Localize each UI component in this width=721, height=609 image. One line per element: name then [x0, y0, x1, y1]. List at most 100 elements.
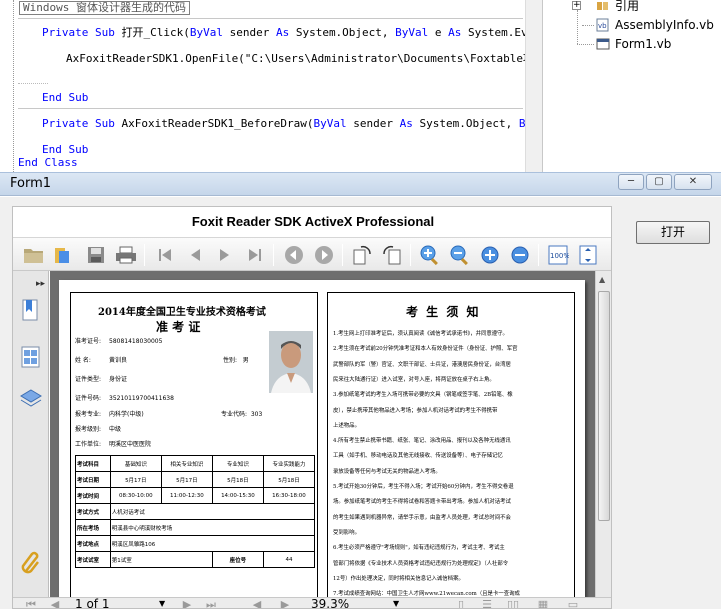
previous-page-icon: ◀: [50, 598, 60, 609]
go-forward-button[interactable]: [312, 243, 336, 267]
notice-line: 12号）作出处理决定，同时将相关信息记入诚信档案。: [333, 575, 464, 582]
continuous-view-button[interactable]: ☰: [479, 598, 495, 609]
notice-line: 管部门将依据《专业技术人员资格考试违纪违规行为处理规定》（人社部令: [333, 560, 509, 567]
code-text: sender: [346, 117, 400, 130]
print-button[interactable]: [114, 243, 138, 267]
solution-explorer[interactable]: + 引用 vb AssemblyInfo.vb Form1.vb: [544, 0, 721, 172]
expand-sidebar-icon[interactable]: ▸▸: [36, 279, 45, 289]
go-back-button[interactable]: [282, 243, 306, 267]
code-line-1[interactable]: Private Sub 打开_Click(ByVal sender As Sys…: [42, 26, 542, 40]
zoom-out-tool-button[interactable]: [448, 243, 472, 267]
bookmarks-panel-button[interactable]: [19, 299, 43, 323]
open-button[interactable]: 打开: [636, 221, 710, 244]
back-circle-icon: [285, 246, 303, 264]
maximize-button[interactable]: ▢: [646, 174, 672, 190]
thumbnails-panel-button[interactable]: [19, 345, 43, 369]
code-line-2[interactable]: AxFoxitReaderSDK1.OpenFile("C:\Users\Adm…: [66, 52, 542, 66]
status-prev-page-button[interactable]: ◀: [47, 598, 63, 609]
tree-item-label: 引用: [615, 0, 640, 13]
tree-item-label: AssemblyInfo.vb: [615, 18, 714, 32]
foxit-toolbar: 100%: [13, 237, 611, 271]
field-id-number: 证件号码: 35210119700411638: [75, 395, 174, 402]
last-page-button[interactable]: [243, 243, 267, 267]
fit-width-icon: ▭: [567, 598, 579, 609]
code-line-6[interactable]: End Class: [18, 156, 78, 170]
single-page-icon: ▯: [457, 598, 465, 609]
zoom-field[interactable]: 39.3% ▼: [311, 597, 405, 608]
rotate-right-button[interactable]: [380, 243, 404, 267]
foxit-header: Foxit Reader SDK ActiveX Professional: [13, 207, 611, 237]
magnifier-plus-icon: [420, 245, 438, 266]
viewer-vertical-scrollbar[interactable]: ▲: [595, 271, 611, 597]
foxit-sidebar: ▸▸: [13, 271, 49, 597]
minimize-button[interactable]: ─: [618, 174, 644, 190]
foxit-status-bar: ⏮ ◀ 1 of 1 ▼ ▶ ⏭ ◀ ▶ 39.3% ▼ ▯ ☰ ▯▯ ▦ ▭: [13, 597, 611, 609]
notice-line: 民来往大陆通行证）进入试室，对号入座，将两证放在桌子右上角。: [333, 376, 495, 383]
save-button[interactable]: [84, 243, 108, 267]
open-recent-button[interactable]: [52, 243, 76, 267]
facing-view-button[interactable]: ▯▯: [505, 598, 521, 608]
open-file-button[interactable]: [22, 243, 46, 267]
status-last-page-button[interactable]: ⏭: [203, 598, 219, 609]
zoom-out-button[interactable]: [508, 243, 532, 267]
zoom-in-tool-button[interactable]: [418, 243, 442, 267]
foxit-reader-control[interactable]: Foxit Reader SDK ActiveX Professional 10…: [12, 206, 612, 609]
toolbar-separator: [144, 244, 145, 266]
status-first-page-button[interactable]: ⏮: [23, 598, 39, 609]
zoom-in-button[interactable]: [478, 243, 502, 267]
minus-circle-icon: [511, 246, 529, 264]
first-page-button[interactable]: [153, 243, 177, 267]
code-editor[interactable]: Windows 窗体设计器生成的代码 Private Sub 打开_Click(…: [0, 0, 543, 172]
references-icon: [596, 0, 610, 13]
first-page-icon: ⏮: [26, 598, 36, 609]
scroll-up-icon[interactable]: ▲: [599, 275, 605, 284]
vb-file-icon: vb: [596, 18, 610, 32]
fit-page-button[interactable]: [576, 243, 600, 267]
document-viewport[interactable]: 2014年度全国卫生专业技术资格考试 准 考 证 准考证号: 5808141803…: [50, 271, 595, 597]
keyword: As: [399, 117, 413, 130]
admission-ticket: 2014年度全国卫生专业技术资格考试 准 考 证 准考证号: 5808141803…: [70, 292, 318, 597]
scrollbar-thumb[interactable]: [598, 291, 610, 521]
forward-circle-icon: [315, 246, 333, 264]
tree-item-form1[interactable]: Form1.vb: [596, 35, 671, 53]
close-button[interactable]: ✕: [674, 174, 712, 190]
previous-page-button[interactable]: [183, 243, 207, 267]
svg-text:100%: 100%: [550, 252, 569, 260]
rotate-left-icon: [353, 245, 371, 265]
printer-icon: [116, 246, 136, 264]
attachments-panel-button[interactable]: [19, 551, 43, 575]
fit-width-view-button[interactable]: ▭: [565, 598, 581, 609]
minimize-icon: ─: [627, 176, 635, 187]
page-number-field[interactable]: 1 of 1 ▼: [75, 597, 171, 608]
rotate-left-button[interactable]: [350, 243, 374, 267]
code-line-3[interactable]: End Sub: [42, 91, 88, 105]
continuous-facing-view-button[interactable]: ▦: [535, 598, 551, 608]
code-line-5[interactable]: End Sub: [42, 143, 88, 157]
expand-references-icon[interactable]: +: [572, 1, 581, 10]
keyword: As: [275, 26, 290, 39]
single-page-view-button[interactable]: ▯: [453, 598, 469, 609]
code-line-4[interactable]: Private Sub AxFoxitReaderSDK1_BeforeDraw…: [42, 117, 542, 131]
toolbar-separator: [410, 244, 411, 266]
editor-vertical-scrollbar[interactable]: [525, 0, 542, 172]
tree-item-references[interactable]: 引用: [596, 0, 639, 15]
status-back-button[interactable]: ◀: [249, 598, 265, 608]
status-forward-button[interactable]: ▶: [277, 598, 293, 608]
form-titlebar[interactable]: Form1 ─ ▢ ✕: [0, 172, 721, 196]
folder-icon: [24, 249, 43, 263]
last-page-icon: ⏭: [206, 598, 216, 609]
dropdown-arrow-icon: ▼: [393, 599, 400, 608]
tree-item-assemblyinfo[interactable]: vb AssemblyInfo.vb: [596, 16, 714, 34]
notice-line: 武警部队的军（警）官证、文职干部证、士兵证，港澳居民身份证，台湾居: [333, 361, 511, 368]
status-next-page-button[interactable]: ▶: [179, 598, 195, 608]
next-page-button[interactable]: [213, 243, 237, 267]
notice-line: 3.参加纸笔考试的考生入场可携带必要的文具（钢笔或签字笔、2B铅笔、橡: [333, 392, 513, 399]
close-icon: ✕: [688, 176, 698, 187]
collapsed-region[interactable]: Windows 窗体设计器生成的代码: [19, 1, 190, 15]
continuous-page-icon: ☰: [482, 598, 492, 609]
ticket-subtitle: 准 考 证: [156, 320, 201, 334]
notice-line: 工具（如手机、移动电话及其他无线接收、传送设备等）、电子存储记忆: [333, 453, 503, 460]
actual-size-button[interactable]: 100%: [546, 243, 570, 267]
dropdown-arrow-icon: ▼: [159, 599, 166, 608]
layers-panel-button[interactable]: [19, 387, 43, 411]
